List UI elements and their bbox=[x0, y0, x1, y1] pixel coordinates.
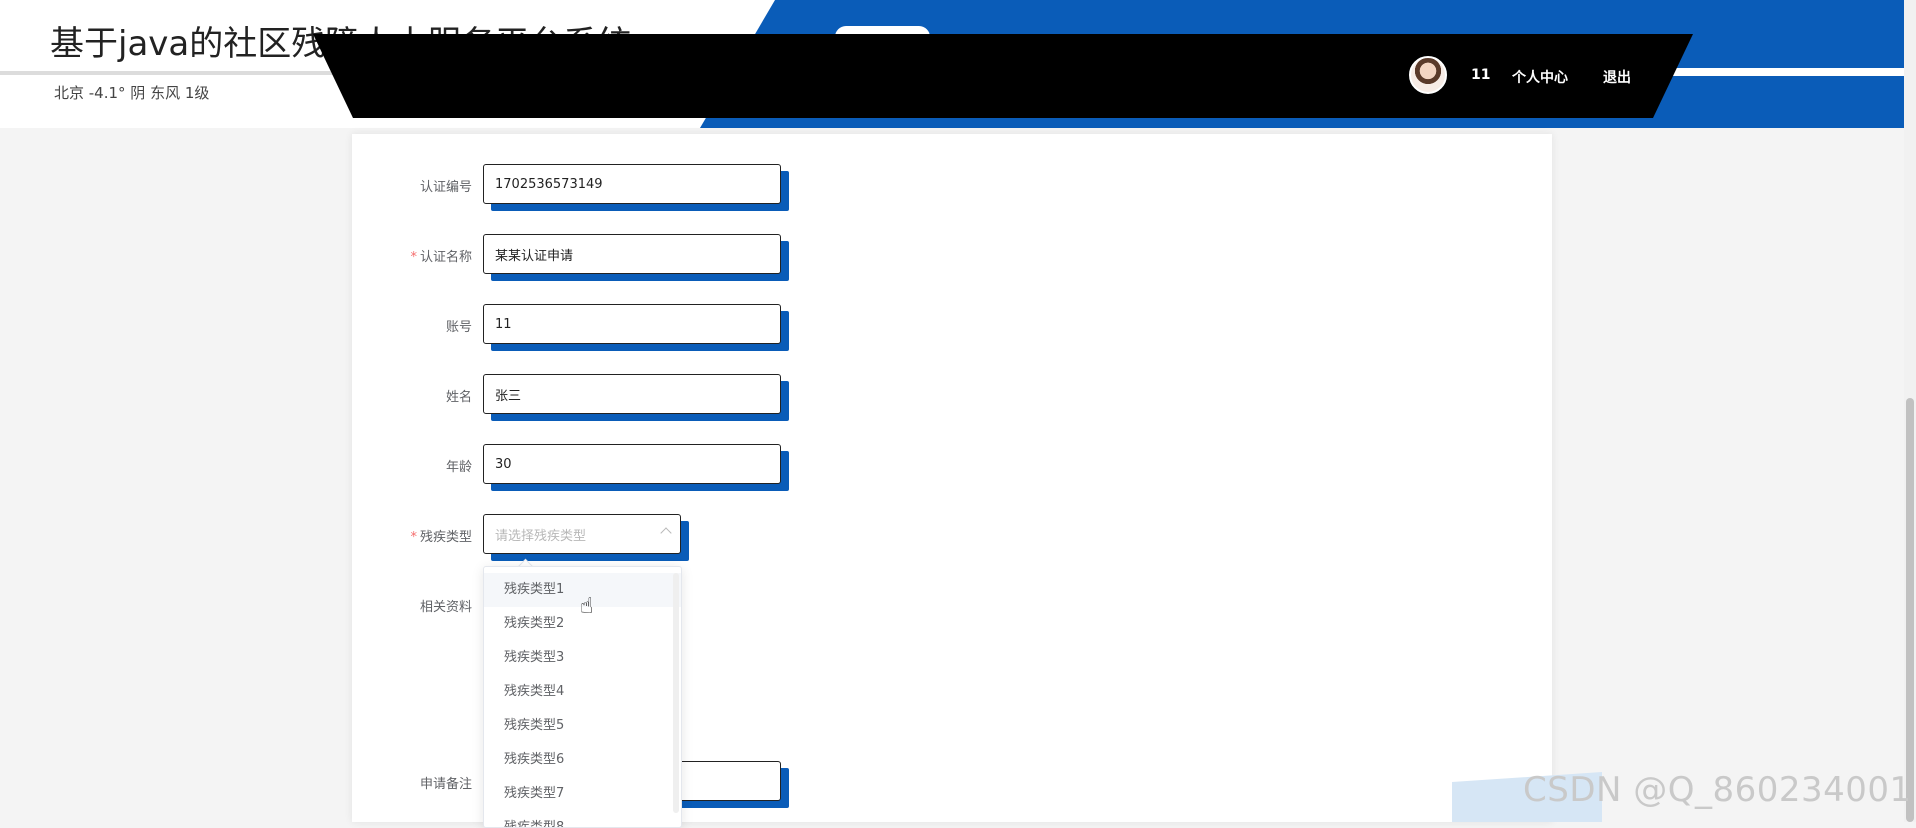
personal-center-link[interactable]: 个人中心 bbox=[1512, 67, 1568, 87]
cert-no-label: 认证编号 bbox=[419, 180, 472, 195]
logout-link[interactable]: 退出 bbox=[1603, 67, 1631, 87]
cert-name-input[interactable]: 某某认证申请 bbox=[483, 234, 781, 274]
page-scrollbar-thumb[interactable] bbox=[1906, 398, 1914, 822]
remark-label: 申请备注 bbox=[419, 777, 472, 792]
dropdown-scrollbar[interactable] bbox=[673, 573, 679, 813]
dropdown-option[interactable]: 残疾类型5 bbox=[484, 709, 681, 743]
account-label: 账号 bbox=[445, 320, 472, 335]
account-input[interactable]: 11 bbox=[483, 304, 781, 344]
nav-username: 11 bbox=[1471, 67, 1491, 83]
dropdown-option[interactable]: 残疾类型4 bbox=[484, 675, 681, 709]
avatar[interactable] bbox=[1409, 56, 1447, 94]
name-label: 姓名 bbox=[445, 390, 472, 405]
age-input[interactable]: 30 bbox=[483, 444, 781, 484]
weather-info: 北京 -4.1° 阴 东风 1级 bbox=[54, 84, 210, 102]
name-input[interactable]: 张三 bbox=[483, 374, 781, 414]
dropdown-option[interactable]: 残疾类型6 bbox=[484, 743, 681, 777]
age-label: 年龄 bbox=[445, 460, 472, 475]
dropdown-option[interactable]: 残疾类型8 bbox=[484, 811, 681, 827]
disability-type-select[interactable]: 请选择残疾类型 bbox=[483, 514, 681, 554]
cert-no-input[interactable]: 1702536573149 bbox=[483, 164, 781, 204]
dropdown-option[interactable]: 残疾类型3 bbox=[484, 641, 681, 675]
disability-type-label: * 残疾类型 bbox=[410, 530, 472, 545]
dropdown-option[interactable]: 残疾类型7 bbox=[484, 777, 681, 811]
chevron-up-icon bbox=[660, 527, 672, 539]
title-underline bbox=[0, 71, 360, 75]
watermark: CSDN @Q_860234001 bbox=[1523, 770, 1912, 810]
cert-name-label: * 认证名称 bbox=[410, 250, 472, 265]
hand-pointer-icon: ☝ bbox=[580, 594, 594, 619]
materials-label: 相关资料 bbox=[419, 600, 472, 615]
